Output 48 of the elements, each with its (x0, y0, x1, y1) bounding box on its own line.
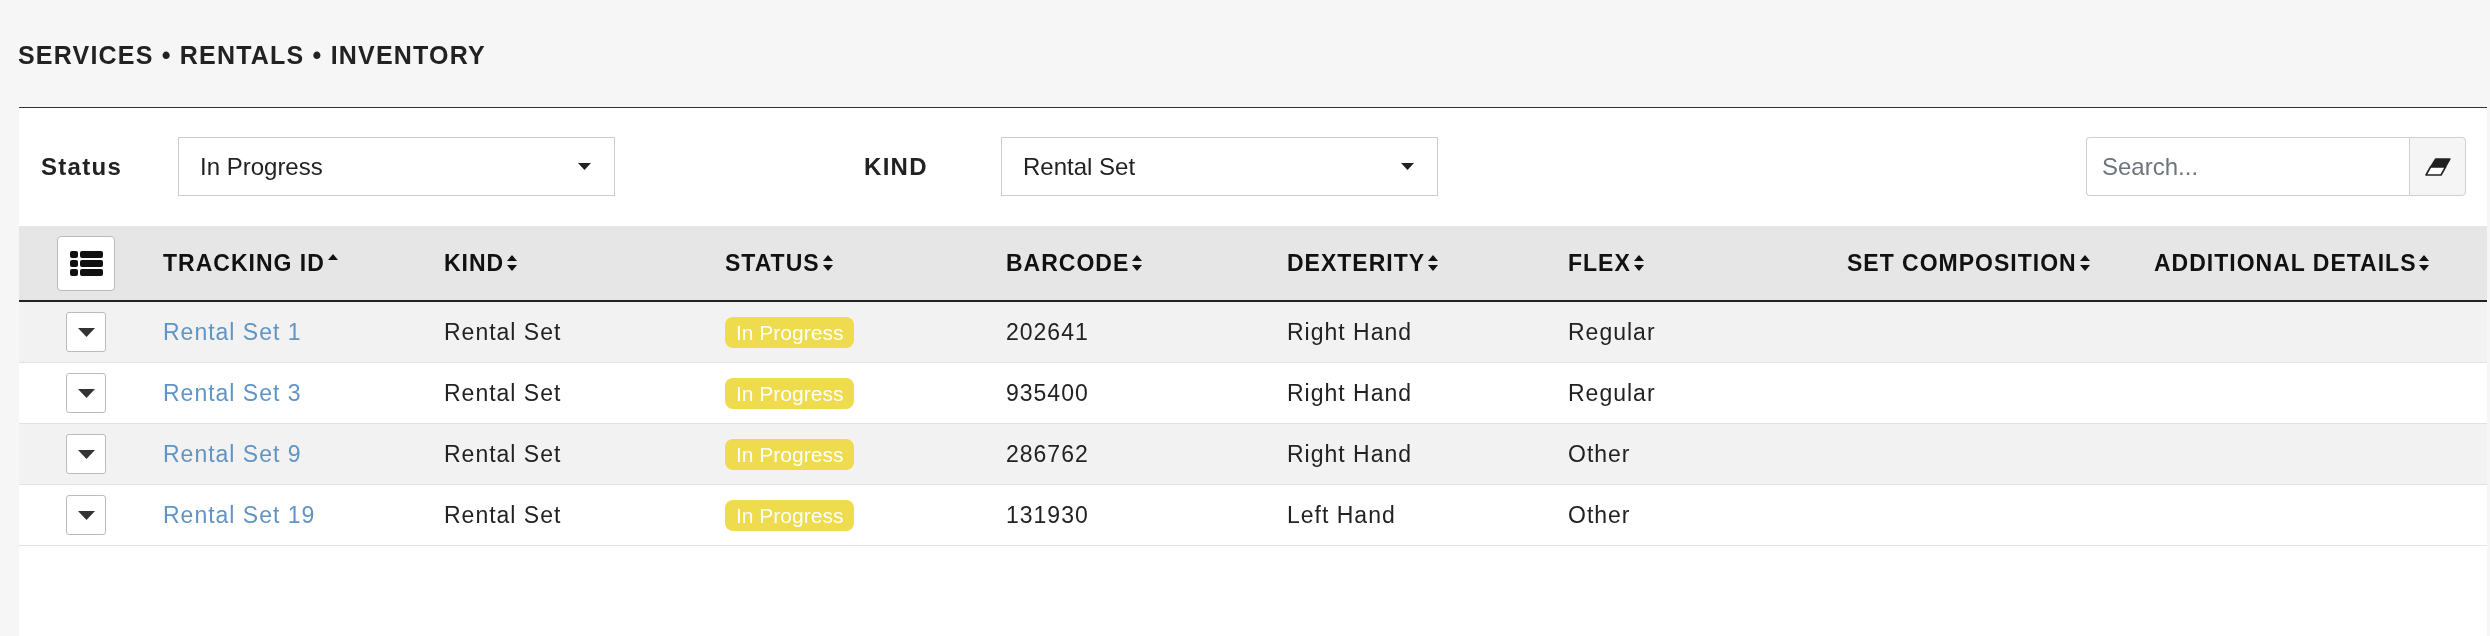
table-cell: Right Hand (1287, 318, 1413, 346)
table-cell: Other (1568, 501, 1631, 529)
table-cell: Rental Set (444, 440, 562, 468)
filter-label: Status (41, 152, 123, 181)
clear-search-button[interactable] (2409, 137, 2466, 196)
column-header[interactable]: ADDITIONAL DETAILS (2154, 249, 2430, 277)
status-badge: In Progress (725, 499, 855, 531)
status-badge: In Progress (725, 316, 855, 348)
table-cell: Rental Set (444, 379, 562, 407)
expand-button[interactable] (66, 434, 106, 474)
table-cell: 935400 (1006, 379, 1089, 407)
search-field[interactable]: Search... (2086, 137, 2409, 196)
caret-down-icon (77, 388, 95, 398)
table-cell: Left Hand (1287, 501, 1396, 529)
table-cell: Right Hand (1287, 379, 1413, 407)
table-cell: 286762 (1006, 440, 1089, 468)
table-cell: Rental Set (444, 318, 562, 346)
caret-down-icon (77, 510, 95, 520)
filter-label: KIND (864, 152, 928, 181)
table-cell: 202641 (1006, 318, 1089, 346)
column-header[interactable]: BARCODE (1006, 249, 1143, 277)
expand-button[interactable] (66, 373, 106, 413)
column-header[interactable]: STATUS (725, 249, 833, 277)
filter-dropdown[interactable]: Rental Set (1001, 137, 1438, 196)
table-cell: Other (1568, 440, 1631, 468)
eraser-icon (2424, 157, 2451, 176)
table-cell: Regular (1568, 318, 1656, 346)
table-cell: Rental Set (444, 501, 562, 529)
column-header[interactable]: FLEX (1568, 249, 1644, 277)
caret-down-icon (77, 327, 95, 337)
filter-dropdown[interactable]: In Progress (178, 137, 615, 196)
status-badge: In Progress (725, 438, 855, 470)
column-header[interactable]: KIND (444, 249, 518, 277)
status-badge: In Progress (725, 377, 855, 409)
expand-button[interactable] (66, 312, 106, 352)
caret-down-icon (1401, 163, 1414, 170)
table-cell: Regular (1568, 379, 1656, 407)
table-cell: 131930 (1006, 501, 1089, 529)
caret-down-icon (77, 449, 95, 459)
column-menu-button[interactable] (57, 235, 115, 291)
column-header[interactable]: SET COMPOSITION (1847, 249, 2090, 277)
expand-button[interactable] (66, 495, 106, 535)
list-icon (69, 250, 103, 276)
caret-down-icon (578, 163, 591, 170)
column-header[interactable]: TRACKING ID (163, 249, 338, 277)
table-cell: Right Hand (1287, 440, 1413, 468)
page-title: SERVICES • RENTALS • INVENTORY (18, 40, 486, 70)
column-header[interactable]: DEXTERITY (1287, 249, 1439, 277)
